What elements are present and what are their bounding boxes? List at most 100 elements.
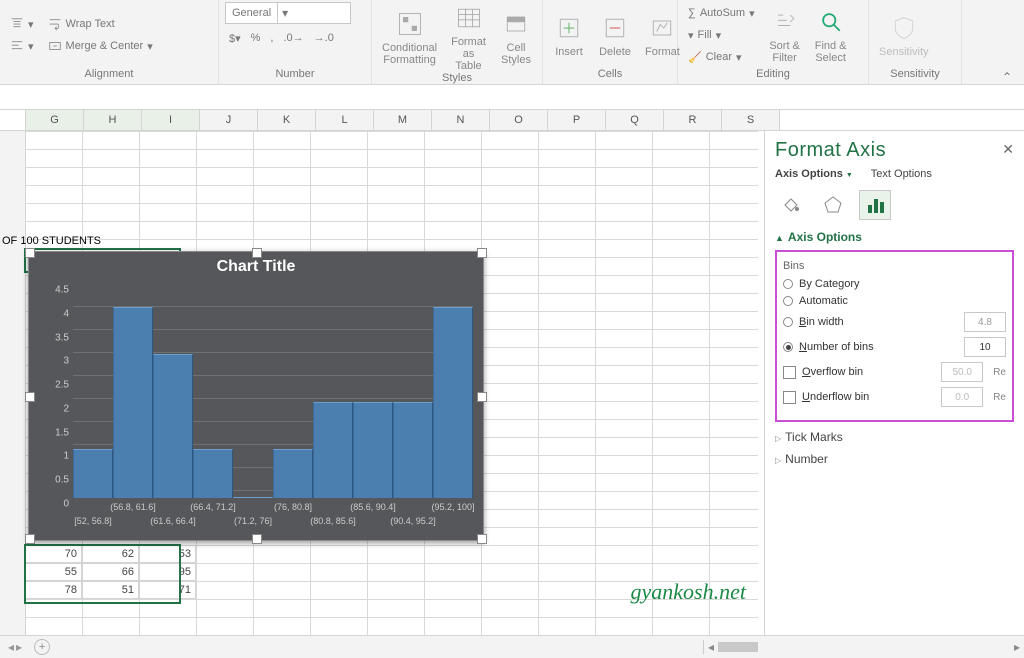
column-header[interactable]: J [200, 110, 258, 130]
chart-bar[interactable] [433, 307, 473, 498]
column-header[interactable]: R [664, 110, 722, 130]
delete-btn[interactable]: Delete [595, 12, 635, 58]
radio-by-category[interactable]: By Category [783, 278, 1006, 290]
format-as-table-btn[interactable]: Format as Table [447, 2, 490, 72]
close-panel-btn[interactable]: ✕ [1002, 141, 1014, 158]
cell[interactable]: 66 [82, 563, 139, 581]
cell[interactable]: 71 [139, 581, 196, 599]
panel-icon-fill[interactable] [775, 190, 807, 220]
merge-center-btn[interactable]: Merge & Center ▾ [44, 36, 157, 56]
resize-handle[interactable] [25, 248, 35, 258]
cell-styles-btn[interactable]: Cell Styles [496, 8, 536, 66]
chart-x-axis[interactable]: [52, 56.8](56.8, 61.6](61.6, 66.4](66.4,… [73, 502, 473, 536]
radio-number-of-bins[interactable]: Number of bins10 [783, 337, 1006, 357]
cell[interactable]: 95 [139, 563, 196, 581]
radio-automatic[interactable]: Automatic [783, 295, 1006, 307]
horizontal-scrollbar[interactable]: ◂▸ [703, 640, 1024, 654]
decrease-decimal-btn[interactable]: →.0 [310, 28, 338, 48]
chart-plot-area[interactable] [73, 284, 473, 498]
chart-bar[interactable] [233, 497, 273, 498]
section-number[interactable]: ▷Number [775, 452, 1014, 466]
collapse-ribbon-btn[interactable]: ⌃ [1002, 70, 1012, 84]
column-header[interactable]: K [258, 110, 316, 130]
resize-handle[interactable] [477, 248, 487, 258]
align-top-icon [10, 17, 24, 31]
conditional-formatting-btn[interactable]: Conditional Formatting [378, 8, 441, 66]
cell[interactable]: 70 [25, 545, 82, 563]
chart-bar[interactable] [313, 402, 353, 498]
find-select-btn[interactable]: Find & Select [811, 6, 851, 64]
tab-axis-options[interactable]: Axis Options▼ [775, 168, 853, 180]
cell[interactable]: 53 [139, 545, 196, 563]
sheet-nav-prev[interactable]: ◂ [8, 640, 14, 654]
chart-bar[interactable] [73, 449, 113, 498]
delete-cells-icon [599, 12, 631, 44]
underflow-value[interactable]: 0.0 [941, 387, 983, 407]
accounting-btn[interactable]: $▾ [225, 28, 245, 48]
column-headers[interactable]: G H I J K L M N O P Q R S [0, 110, 1024, 131]
cell[interactable]: 78 [25, 581, 82, 599]
cell[interactable]: 62 [82, 545, 139, 563]
increase-decimal-btn[interactable]: .0→ [279, 28, 307, 48]
chart-bar[interactable] [193, 449, 233, 498]
cell-styles-icon [500, 8, 532, 40]
wrap-text-btn[interactable]: Wrap Text [44, 14, 157, 34]
row-headers[interactable] [0, 131, 26, 658]
sort-filter-btn[interactable]: Sort & Filter [765, 6, 805, 64]
number-format-combo[interactable]: General▾ [225, 2, 351, 24]
clear-btn[interactable]: 🧹 Clear ▾ [684, 47, 759, 67]
column-header[interactable]: L [316, 110, 374, 130]
tab-text-options[interactable]: Text Options [871, 168, 932, 180]
comma-btn[interactable]: , [266, 28, 277, 48]
column-header[interactable]: G [26, 110, 84, 130]
sheet-tabs-bar: ◂▸ + ◂▸ [0, 635, 1024, 658]
chart-bar[interactable] [153, 354, 193, 498]
insert-cells-icon [553, 12, 585, 44]
column-header[interactable]: O [490, 110, 548, 130]
column-header[interactable]: M [374, 110, 432, 130]
resize-handle[interactable] [25, 392, 35, 402]
align-top-btn[interactable]: ▾ [6, 14, 38, 34]
column-header[interactable]: I [142, 110, 200, 130]
panel-icon-effects[interactable] [817, 190, 849, 220]
chart-bar[interactable] [273, 449, 313, 498]
column-header[interactable]: S [722, 110, 780, 130]
sensitivity-btn[interactable]: Sensitivity [875, 12, 933, 58]
bar-chart-icon [865, 195, 885, 215]
fill-btn[interactable]: ▾ Fill ▾ [684, 25, 759, 45]
resize-handle[interactable] [252, 534, 262, 544]
chart-object[interactable]: Chart Title 00.511.522.533.544.5 [52, 56… [28, 251, 484, 541]
radio-bin-width[interactable]: Bin width4.8 [783, 312, 1006, 332]
cell[interactable]: 55 [25, 563, 82, 581]
autosum-btn[interactable]: ∑ AutoSum ▾ [684, 3, 759, 23]
column-header[interactable]: Q [606, 110, 664, 130]
resize-handle[interactable] [477, 534, 487, 544]
bin-width-value[interactable]: 4.8 [964, 312, 1006, 332]
cell[interactable]: 51 [82, 581, 139, 599]
chevron-down-icon: ▾ [277, 3, 292, 23]
resize-handle[interactable] [477, 392, 487, 402]
resize-handle[interactable] [25, 534, 35, 544]
check-overflow-bin[interactable]: Overflow bin50.0Re [783, 362, 1006, 382]
column-header[interactable]: P [548, 110, 606, 130]
panel-icon-axis[interactable] [859, 190, 891, 220]
section-tick-marks[interactable]: ▷Tick Marks [775, 430, 1014, 444]
sheet-nav-next[interactable]: ▸ [16, 640, 22, 654]
new-sheet-btn[interactable]: + [34, 639, 50, 655]
column-header[interactable]: N [432, 110, 490, 130]
column-header[interactable]: H [84, 110, 142, 130]
insert-btn[interactable]: Insert [549, 12, 589, 58]
chart-bar[interactable] [113, 307, 153, 498]
section-axis-options[interactable]: ▲Axis Options [775, 230, 1014, 244]
chart-bar[interactable] [353, 402, 393, 498]
overflow-value[interactable]: 50.0 [941, 362, 983, 382]
num-bins-value[interactable]: 10 [964, 337, 1006, 357]
chart-bar[interactable] [393, 402, 433, 498]
resize-handle[interactable] [252, 248, 262, 258]
check-underflow-bin[interactable]: Underflow bin0.0Re [783, 387, 1006, 407]
worksheet-grid[interactable]: OF 100 STUDENTS 70 62 53 55 66 95 78 51 … [0, 131, 758, 658]
formula-bar[interactable] [0, 85, 1024, 110]
align-left-btn[interactable]: ▾ [6, 36, 38, 56]
percent-btn[interactable]: % [247, 28, 265, 48]
cell-text: OF 100 STUDENTS [2, 235, 101, 247]
